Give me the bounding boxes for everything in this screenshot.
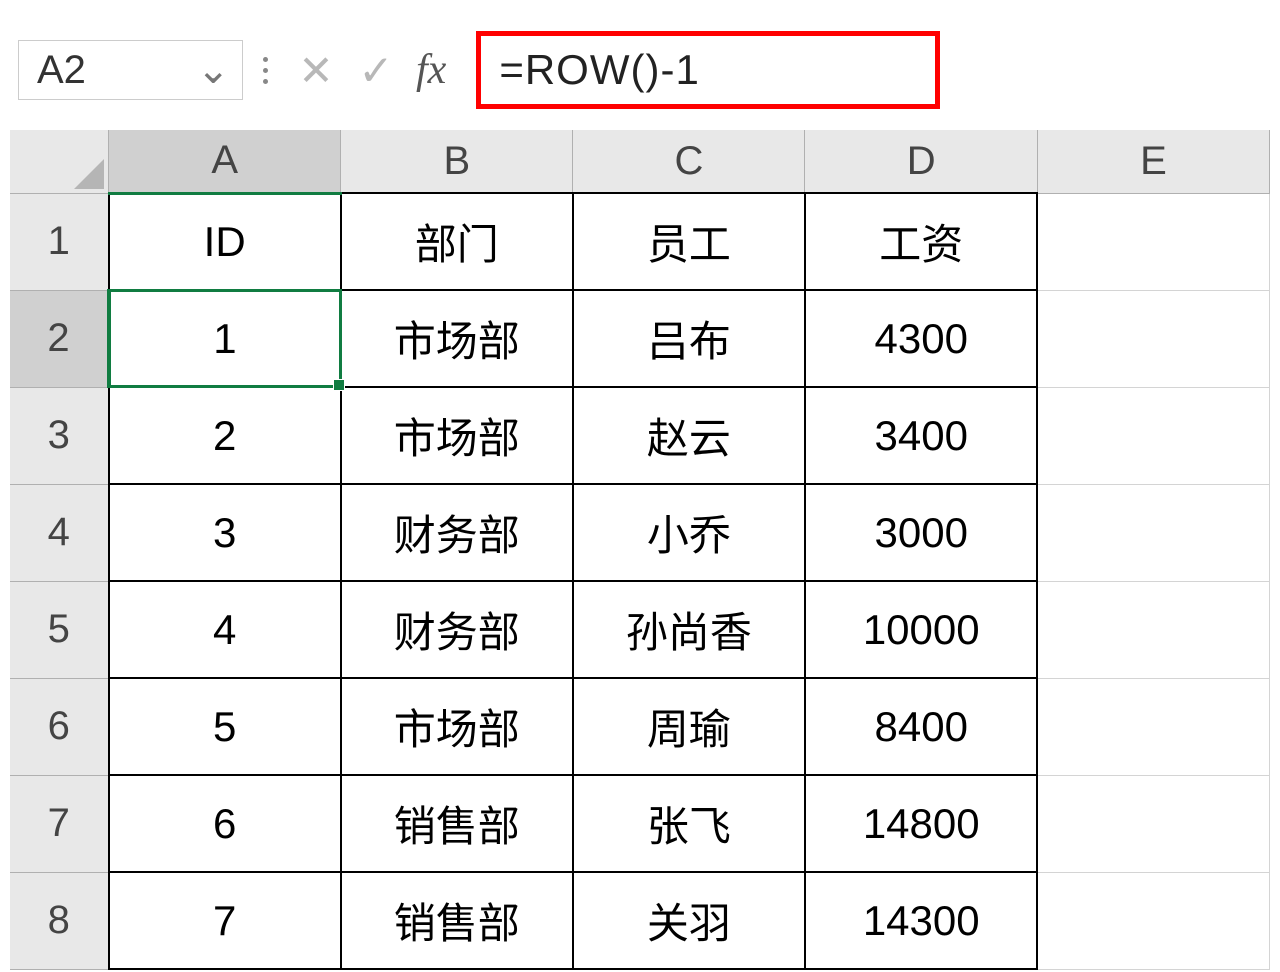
cell-c2[interactable]: 吕布 [573, 290, 805, 387]
cell-e7[interactable] [1037, 775, 1269, 872]
cell-d5[interactable]: 10000 [805, 581, 1038, 678]
formula-input[interactable]: =ROW()-1 [476, 31, 940, 109]
cell-a3[interactable]: 2 [109, 387, 341, 484]
cell-b2[interactable]: 市场部 [341, 290, 573, 387]
row-header-1[interactable]: 1 [10, 193, 109, 290]
row-header-3[interactable]: 3 [10, 387, 109, 484]
cell-e6[interactable] [1037, 678, 1269, 775]
cell-b4[interactable]: 财务部 [341, 484, 573, 581]
cell-a8[interactable]: 7 [109, 872, 341, 969]
fx-icon[interactable]: fx [416, 46, 446, 94]
row-header-7[interactable]: 7 [10, 775, 109, 872]
cell-a4[interactable]: 3 [109, 484, 341, 581]
cell-d6[interactable]: 8400 [805, 678, 1038, 775]
cell-c8[interactable]: 关羽 [573, 872, 805, 969]
cell-a7[interactable]: 6 [109, 775, 341, 872]
cell-b7[interactable]: 销售部 [341, 775, 573, 872]
cell-c6[interactable]: 周瑜 [573, 678, 805, 775]
cell-d7[interactable]: 14800 [805, 775, 1038, 872]
row-header-2[interactable]: 2 [10, 290, 109, 387]
row-header-8[interactable]: 8 [10, 872, 109, 969]
cell-a6[interactable]: 5 [109, 678, 341, 775]
row-header-4[interactable]: 4 [10, 484, 109, 581]
col-header-a[interactable]: A [109, 130, 341, 193]
formula-bar: A2 ⌄ ✕ ✓ fx =ROW()-1 [0, 0, 1280, 130]
cell-reference: A2 [37, 48, 86, 93]
row-header-6[interactable]: 6 [10, 678, 109, 775]
col-header-b[interactable]: B [341, 130, 573, 193]
divider-icon [257, 57, 274, 84]
cell-c5[interactable]: 孙尚香 [573, 581, 805, 678]
row-header-5[interactable]: 5 [10, 581, 109, 678]
cell-b6[interactable]: 市场部 [341, 678, 573, 775]
cell-e4[interactable] [1037, 484, 1269, 581]
cell-a1[interactable]: ID [109, 193, 341, 290]
cell-e8[interactable] [1037, 872, 1269, 969]
cell-b5[interactable]: 财务部 [341, 581, 573, 678]
formula-buttons: ✕ ✓ fx [288, 46, 462, 95]
cell-e5[interactable] [1037, 581, 1269, 678]
col-header-e[interactable]: E [1037, 130, 1269, 193]
enter-icon[interactable]: ✓ [356, 46, 396, 95]
name-box[interactable]: A2 ⌄ [18, 40, 243, 100]
cell-b8[interactable]: 销售部 [341, 872, 573, 969]
cell-d1[interactable]: 工资 [805, 193, 1038, 290]
cell-c1[interactable]: 员工 [573, 193, 805, 290]
cancel-icon[interactable]: ✕ [296, 46, 336, 95]
cell-b3[interactable]: 市场部 [341, 387, 573, 484]
cell-a2[interactable]: 1 [109, 290, 341, 387]
cell-d2[interactable]: 4300 [805, 290, 1038, 387]
col-header-d[interactable]: D [805, 130, 1038, 193]
cell-c4[interactable]: 小乔 [573, 484, 805, 581]
cell-c3[interactable]: 赵云 [573, 387, 805, 484]
formula-input-wrap: =ROW()-1 [476, 31, 1262, 109]
cell-d8[interactable]: 14300 [805, 872, 1038, 969]
cell-b1[interactable]: 部门 [341, 193, 573, 290]
cell-e1[interactable] [1037, 193, 1269, 290]
cell-d3[interactable]: 3400 [805, 387, 1038, 484]
cell-d4[interactable]: 3000 [805, 484, 1038, 581]
select-all-corner[interactable] [10, 130, 109, 193]
cell-a5[interactable]: 4 [109, 581, 341, 678]
col-header-c[interactable]: C [573, 130, 805, 193]
cell-e2[interactable] [1037, 290, 1269, 387]
cell-e3[interactable] [1037, 387, 1269, 484]
cell-c7[interactable]: 张飞 [573, 775, 805, 872]
chevron-down-icon[interactable]: ⌄ [196, 47, 230, 93]
spreadsheet-grid: A B C D E 1 ID 部门 员工 工资 2 1 市场部 吕布 4300 … [0, 130, 1280, 970]
